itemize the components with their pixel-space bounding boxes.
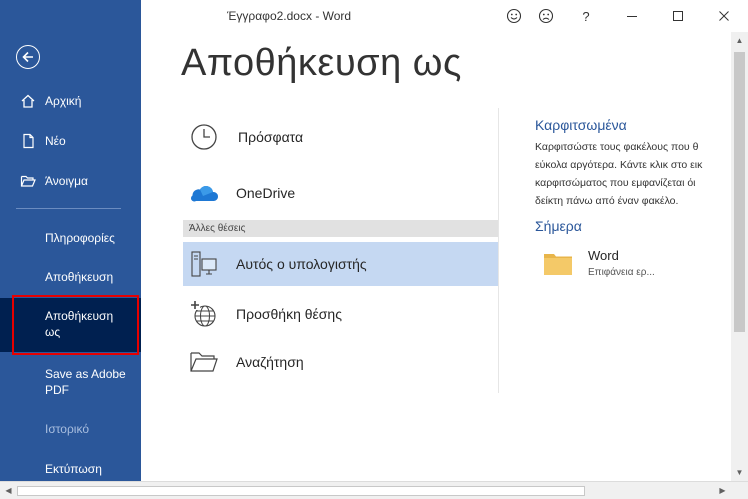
sidebar-divider xyxy=(16,208,121,209)
other-places-header: Άλλες θέσεις xyxy=(183,220,498,237)
close-button[interactable] xyxy=(714,6,734,26)
sidebar-item-new[interactable]: Νέο xyxy=(0,124,141,158)
close-icon xyxy=(719,11,729,21)
vertical-scrollbar[interactable]: ▲ ▼ xyxy=(731,32,748,481)
maximize-icon xyxy=(673,11,683,21)
sidebar-item-label: Νέο xyxy=(45,134,66,148)
pinned-description: Καρφιτσώστε τους φακέλους που θ εύκολα α… xyxy=(535,138,735,210)
pinned-description-line: Καρφιτσώστε τους φακέλους που θ xyxy=(535,141,699,153)
location-recent[interactable]: Πρόσφατα xyxy=(183,115,498,159)
back-arrow-icon xyxy=(22,51,33,63)
pinned-section-title: Καρφιτσωμένα xyxy=(535,117,627,133)
folder-name: Word xyxy=(588,248,619,263)
sidebar-item-label: Αποθήκευση xyxy=(45,270,114,284)
horizontal-scrollbar[interactable]: ◀ ▶ xyxy=(0,481,748,499)
add-place-icon xyxy=(189,299,219,329)
location-label: Προσθήκη θέσης xyxy=(236,306,342,322)
scroll-up-icon[interactable]: ▲ xyxy=(731,32,748,49)
sidebar-item-label: Αρχική xyxy=(45,94,82,108)
browse-folder-icon xyxy=(189,347,219,377)
window-title: Έγγραφο2.docx - Word xyxy=(227,9,352,23)
location-onedrive[interactable]: OneDrive xyxy=(183,171,498,215)
new-document-icon xyxy=(23,133,34,149)
recent-folder-item[interactable]: Word Επιφάνεια ερ... xyxy=(543,248,743,284)
vertical-scroll-thumb[interactable] xyxy=(734,52,745,332)
sidebar-item-label: Εκτύπωση xyxy=(45,462,102,476)
sidebar-item-label: Άνοιγμα xyxy=(45,174,88,188)
today-section-title: Σήμερα xyxy=(535,218,582,234)
sidebar-item-save-as-adobe-pdf[interactable]: Save as Adobe PDF xyxy=(0,356,141,410)
frown-feedback-button[interactable] xyxy=(536,6,556,26)
help-icon: ? xyxy=(582,8,590,24)
location-label: Αυτός ο υπολογιστής xyxy=(236,256,367,272)
pinned-description-line: καρφιτσώματος που εμφανίζεται όι xyxy=(535,177,696,189)
scroll-right-icon[interactable]: ▶ xyxy=(714,482,731,499)
pinned-description-line: εύκολα αργότερα. Κάντε κλικ στο εικ xyxy=(535,159,703,171)
location-this-pc[interactable]: Αυτός ο υπολογιστής xyxy=(183,242,498,286)
location-browse[interactable]: Αναζήτηση xyxy=(183,340,498,384)
frown-icon xyxy=(538,8,554,24)
panel-divider xyxy=(498,108,499,393)
scroll-down-icon[interactable]: ▼ xyxy=(731,464,748,481)
title-bar: Έγγραφο2.docx - Word ? xyxy=(141,0,748,32)
back-button[interactable] xyxy=(16,45,40,69)
sidebar-item-label: Πληροφορίες xyxy=(45,231,115,245)
location-label: OneDrive xyxy=(236,185,296,201)
sidebar-item-label: Ιστορικό xyxy=(45,422,90,436)
sidebar-item-open[interactable]: Άνοιγμα xyxy=(0,164,141,198)
minimize-button[interactable] xyxy=(622,6,642,26)
home-icon xyxy=(21,94,35,108)
onedrive-cloud-icon xyxy=(189,178,219,208)
sidebar-item-info[interactable]: Πληροφορίες xyxy=(0,221,141,255)
smile-feedback-button[interactable] xyxy=(504,6,524,26)
minimize-icon xyxy=(627,16,637,17)
pinned-description-line: δείκτη πάνω από έναν φακέλο. xyxy=(535,195,679,207)
smile-icon xyxy=(506,8,522,24)
open-folder-icon xyxy=(20,175,36,187)
sidebar-item-home[interactable]: Αρχική xyxy=(0,84,141,118)
horizontal-scroll-thumb[interactable] xyxy=(17,486,585,496)
scroll-left-icon[interactable]: ◀ xyxy=(0,482,17,499)
folder-icon xyxy=(544,254,572,275)
sidebar-item-history[interactable]: Ιστορικό xyxy=(0,412,141,446)
location-label: Πρόσφατα xyxy=(238,129,304,145)
selection-highlight-box xyxy=(12,295,139,355)
this-pc-icon xyxy=(189,249,219,279)
folder-path: Επιφάνεια ερ... xyxy=(588,267,655,278)
maximize-button[interactable] xyxy=(668,6,688,26)
sidebar-item-label: Save as Adobe PDF xyxy=(45,367,126,397)
page-title: Αποθήκευση ως xyxy=(181,42,462,84)
backstage-sidebar: Αρχική Νέο Άνοιγμα Πληροφορίες Αποθήκευσ… xyxy=(0,0,141,481)
clock-icon xyxy=(189,122,219,152)
sidebar-item-save[interactable]: Αποθήκευση xyxy=(0,260,141,294)
location-add-place[interactable]: Προσθήκη θέσης xyxy=(183,292,498,336)
help-button[interactable]: ? xyxy=(576,6,596,26)
location-label: Αναζήτηση xyxy=(236,354,304,370)
